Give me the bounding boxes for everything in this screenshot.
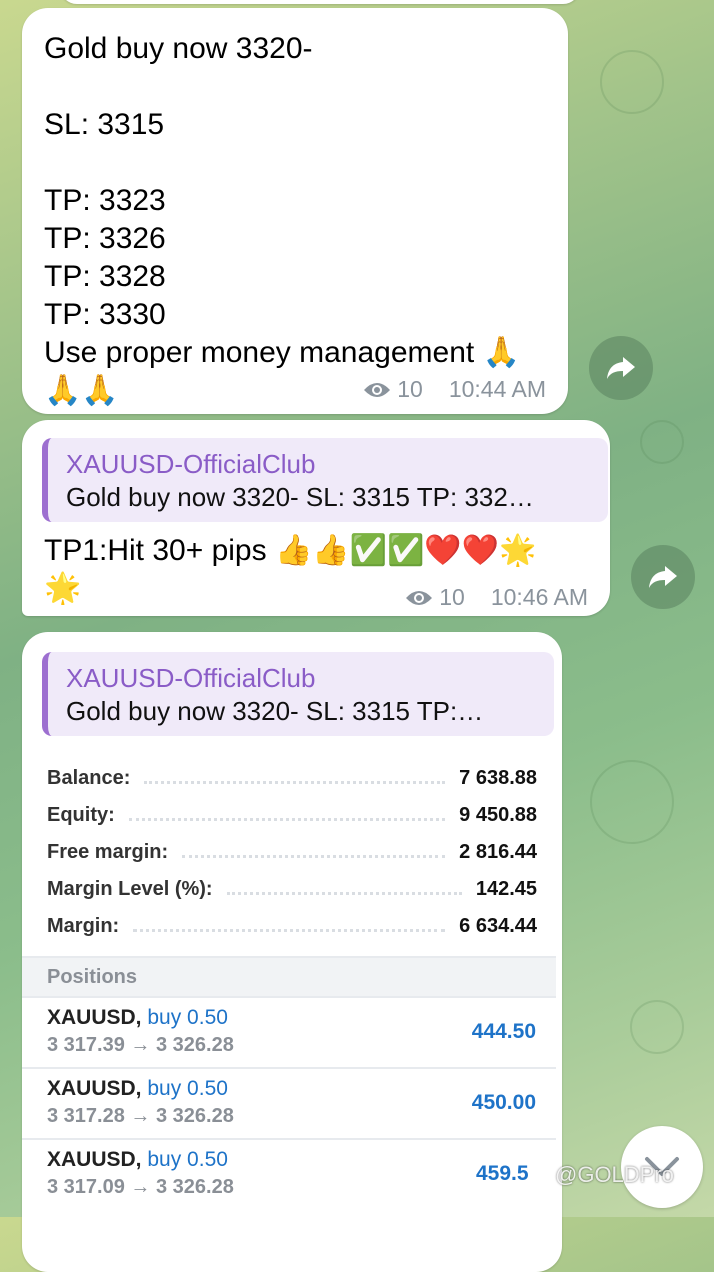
message-meta: 10 10:44 AM	[363, 376, 546, 403]
reply-quote[interactable]: XAUUSD-OfficialClub Gold buy now 3320- S…	[42, 438, 608, 522]
position-direction: buy 0.50	[147, 1148, 228, 1171]
views-count: 10	[397, 376, 423, 402]
account-label: Free margin:	[47, 841, 169, 863]
account-value: 9 450.88	[459, 804, 537, 826]
account-row-margin: Margin: 6 634.44	[47, 908, 537, 945]
account-label: Equity:	[47, 804, 115, 826]
account-value: 2 816.44	[459, 841, 537, 863]
dotted-leader	[133, 929, 446, 932]
message-bubble-signal[interactable]: Gold buy now 3320- SL: 3315 TP: 3323 TP:…	[22, 8, 568, 414]
message-time: 10:46 AM	[490, 584, 588, 610]
forward-button[interactable]	[631, 545, 695, 609]
position-direction: buy 0.50	[147, 1077, 228, 1100]
reply-sender-name: XAUUSD-OfficialClub	[66, 663, 316, 693]
forward-button[interactable]	[589, 336, 653, 400]
reply-preview-text: Gold buy now 3320- SL: 3315 TP: 332…	[66, 482, 534, 512]
position-profit: 459.5	[476, 1162, 529, 1185]
position-symbol: XAUUSD,	[47, 1006, 142, 1029]
account-label: Balance:	[47, 767, 131, 789]
reply-preview-text: Gold buy now 3320- SL: 3315 TP:…	[66, 696, 484, 726]
position-prices: 3 317.09 → 3 326.28	[47, 1176, 234, 1198]
account-row-equity: Equity: 9 450.88	[47, 797, 537, 834]
views-count: 10	[439, 584, 465, 610]
position-profit: 444.50	[471, 1020, 536, 1043]
dotted-leader	[182, 855, 446, 858]
position-prices: 3 317.39 → 3 326.28	[47, 1034, 234, 1056]
positions-header-label: Positions	[47, 966, 138, 988]
account-label: Margin:	[47, 915, 120, 937]
account-row-margin-level: Margin Level (%): 142.45	[47, 871, 537, 908]
position-direction: buy 0.50	[147, 1006, 228, 1029]
account-value: 6 634.44	[459, 915, 537, 937]
account-row-balance: Balance: 7 638.88	[47, 760, 537, 797]
views-eye-icon	[406, 590, 433, 605]
share-arrow-icon	[607, 357, 635, 379]
views-eye-icon	[364, 382, 391, 397]
position-prices: 3 317.28 → 3 326.28	[47, 1105, 234, 1127]
background-doodle	[590, 760, 674, 844]
account-value: 7 638.88	[459, 767, 537, 789]
watermark: @GOLDPro	[530, 1162, 674, 1188]
background-doodle	[630, 1000, 684, 1054]
message-meta: 10 10:46 AM	[405, 584, 588, 611]
account-row-free-margin: Free margin: 2 816.44	[47, 834, 537, 871]
account-value: 142.45	[475, 878, 537, 900]
share-arrow-icon	[649, 566, 677, 588]
watermark-text: @GOLDPro	[555, 1162, 674, 1187]
position-symbol: XAUUSD,	[47, 1077, 142, 1100]
watermark-logo-icon	[530, 1164, 552, 1186]
reply-quote[interactable]: XAUUSD-OfficialClub Gold buy now 3320- S…	[42, 652, 554, 736]
dotted-leader	[226, 892, 462, 895]
reply-sender-name: XAUUSD-OfficialClub	[66, 449, 316, 479]
message-bubble-screenshot[interactable]: XAUUSD-OfficialClub Gold buy now 3320- S…	[22, 632, 562, 1272]
account-label: Margin Level (%):	[47, 878, 213, 900]
background-doodle	[600, 50, 664, 114]
position-row[interactable]: XAUUSD, buy 0.50 3 317.28 → 3 326.28 450…	[22, 1067, 556, 1140]
position-row[interactable]: XAUUSD, buy 0.50 3 317.39 → 3 326.28 444…	[22, 996, 556, 1069]
background-doodle	[640, 420, 684, 464]
account-screenshot[interactable]: Balance: 7 638.88 Equity: 9 450.88 Free …	[22, 756, 562, 1256]
message-bubble-tp1-hit[interactable]: XAUUSD-OfficialClub Gold buy now 3320- S…	[22, 420, 610, 616]
dotted-leader	[144, 781, 446, 784]
message-text: Gold buy now 3320- SL: 3315 TP: 3323 TP:…	[44, 32, 520, 407]
position-row[interactable]: XAUUSD, buy 0.50 3 317.09 → 3 326.28 459…	[22, 1138, 556, 1211]
previous-message-bubble	[60, 0, 580, 4]
message-time: 10:44 AM	[448, 376, 546, 402]
positions-header: Positions	[22, 956, 556, 996]
position-profit: 450.00	[471, 1091, 536, 1114]
position-symbol: XAUUSD,	[47, 1148, 142, 1171]
dotted-leader	[128, 818, 446, 821]
